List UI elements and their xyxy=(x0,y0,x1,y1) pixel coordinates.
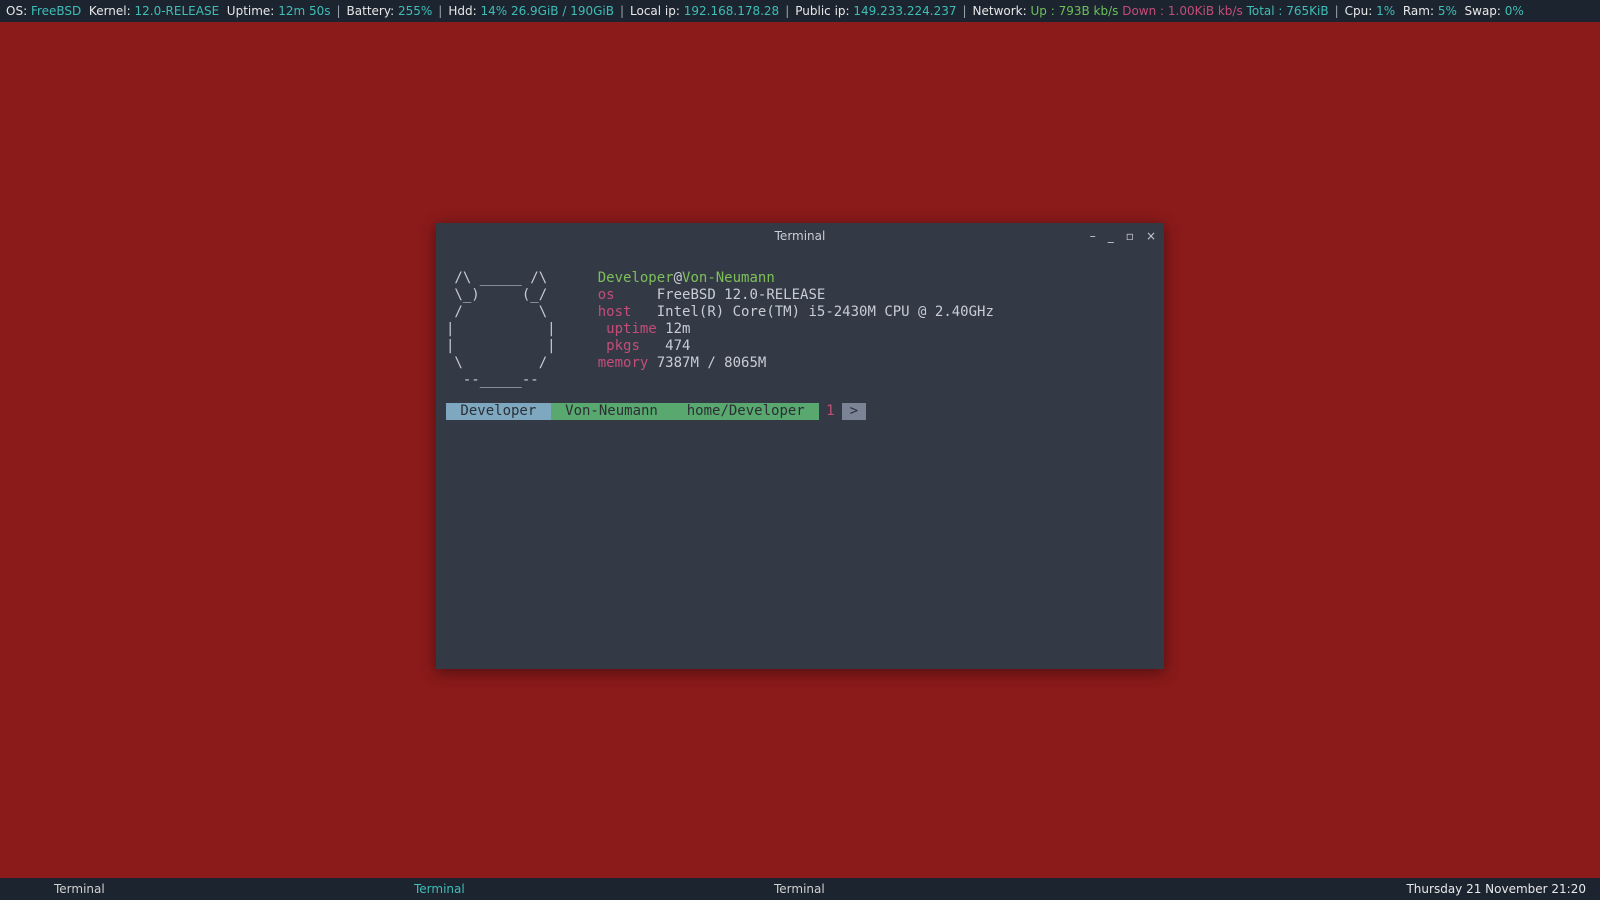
separator: | xyxy=(962,4,966,18)
taskbar-item-label: Terminal xyxy=(414,882,465,896)
ascii-line: \_) (_/ xyxy=(446,287,547,303)
fetch-pkgs-val: 474 xyxy=(665,338,690,354)
ascii-line: / \ xyxy=(446,304,547,320)
os-label: OS: xyxy=(6,4,27,18)
uptime-value: 12m 50s xyxy=(278,4,330,18)
window-shade-button[interactable]: – xyxy=(1090,229,1096,243)
window-maximize-button[interactable]: ▫ xyxy=(1126,229,1134,243)
status-bar: OS: FreeBSD Kernel: 12.0-RELEASE Uptime:… xyxy=(0,0,1600,22)
localip-value: 192.168.178.28 xyxy=(684,4,779,18)
terminal-body[interactable]: /\ _____ /\ Developer@Von-Neumann \_) (_… xyxy=(436,249,1164,430)
uptime-label: Uptime: xyxy=(227,4,275,18)
separator: | xyxy=(1335,4,1339,18)
fetch-user: Developer xyxy=(598,270,674,286)
taskbar-clock: Thursday 21 November 21:20 xyxy=(1406,882,1600,896)
separator: | xyxy=(438,4,442,18)
separator: | xyxy=(336,4,340,18)
fetch-uptime-key: uptime xyxy=(606,321,657,337)
localip-label: Local ip: xyxy=(630,4,680,18)
network-up: Up : 793B kb/s xyxy=(1031,4,1119,18)
ascii-line: /\ _____ /\ xyxy=(446,270,547,286)
hdd-value: 14% 26.9GiB / 190GiB xyxy=(480,4,614,18)
network-down: Down : 1.00KiB kb/s xyxy=(1122,4,1243,18)
ascii-line: \ / xyxy=(446,355,547,371)
cpu-label: Cpu: xyxy=(1345,4,1373,18)
battery-value: 255% xyxy=(398,4,432,18)
terminal-title: Terminal xyxy=(775,229,826,243)
prompt-path: home/Developer xyxy=(672,403,819,420)
publicip-label: Public ip: xyxy=(795,4,849,18)
taskbar-item-label: Terminal xyxy=(774,882,825,896)
network-total: Total : 765KiB xyxy=(1247,4,1329,18)
window-close-button[interactable]: × xyxy=(1146,229,1156,243)
os-value: FreeBSD xyxy=(31,4,81,18)
cpu-value: 1% xyxy=(1376,4,1395,18)
ascii-line: | | xyxy=(446,321,556,337)
fetch-at: @ xyxy=(674,270,682,286)
prompt-jobnum: 1 xyxy=(819,403,841,420)
shell-prompt[interactable]: Developer Von-Neumann home/Developer 1> xyxy=(446,403,1154,420)
publicip-value: 149.233.224.237 xyxy=(853,4,956,18)
fetch-memory-key: memory xyxy=(598,355,649,371)
fetch-os-val: FreeBSD 12.0-RELEASE xyxy=(657,287,826,303)
hdd-label: Hdd: xyxy=(448,4,476,18)
fetch-pkgs-key: pkgs xyxy=(606,338,640,354)
fetch-host: Von-Neumann xyxy=(682,270,775,286)
taskbar-item[interactable]: Terminal xyxy=(0,878,360,900)
separator: | xyxy=(785,4,789,18)
taskbar-item-active[interactable]: Terminal xyxy=(360,878,720,900)
fetch-os-key: os xyxy=(598,287,615,303)
terminal-titlebar[interactable]: Terminal – _ ▫ × xyxy=(436,223,1164,249)
fetch-host-val: Intel(R) Core(TM) i5-2430M CPU @ 2.40GHz xyxy=(657,304,994,320)
ram-value: 5% xyxy=(1438,4,1457,18)
kernel-label: Kernel: xyxy=(89,4,131,18)
kernel-value: 12.0-RELEASE xyxy=(135,4,220,18)
ascii-line: --_____-- xyxy=(446,372,539,388)
ascii-line: | | xyxy=(446,338,556,354)
fetch-uptime-val: 12m xyxy=(665,321,690,337)
swap-label: Swap: xyxy=(1465,4,1501,18)
taskbar-item-label: Terminal xyxy=(54,882,105,896)
prompt-arrow: > xyxy=(842,403,866,420)
prompt-user: Developer xyxy=(446,403,551,420)
battery-label: Battery: xyxy=(347,4,395,18)
terminal-window[interactable]: Terminal – _ ▫ × /\ _____ /\ Developer@V… xyxy=(436,223,1164,669)
prompt-host: Von-Neumann xyxy=(551,403,673,420)
taskbar: Terminal Terminal Terminal Thursday 21 N… xyxy=(0,878,1600,900)
network-label: Network: xyxy=(973,4,1027,18)
window-minimize-button[interactable]: _ xyxy=(1108,229,1114,243)
ram-label: Ram: xyxy=(1403,4,1434,18)
fetch-memory-val: 7387M / 8065M xyxy=(657,355,767,371)
separator: | xyxy=(620,4,624,18)
swap-value: 0% xyxy=(1505,4,1524,18)
taskbar-item[interactable]: Terminal xyxy=(720,878,1080,900)
fetch-host-key: host xyxy=(598,304,632,320)
